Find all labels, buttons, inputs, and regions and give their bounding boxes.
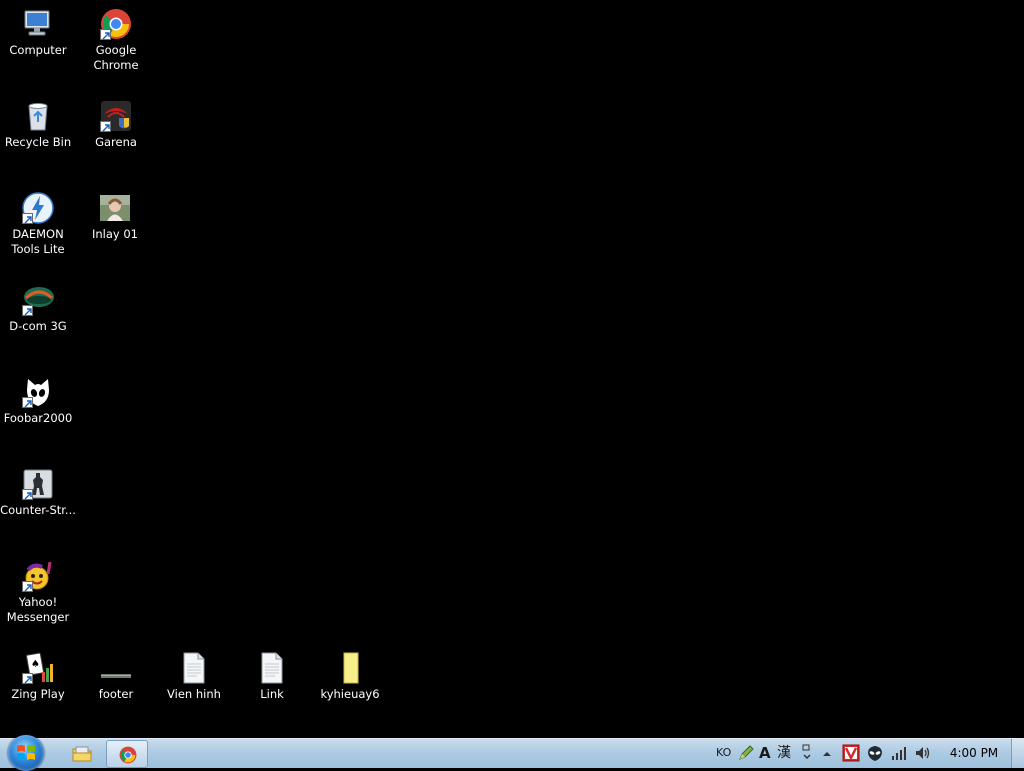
counter-strike-icon — [22, 468, 54, 500]
desktop-icon-label: Counter-Str... — [0, 503, 76, 517]
show-hidden-icons-chevron-icon[interactable] — [822, 744, 832, 762]
taskbar-windows-explorer[interactable] — [60, 740, 102, 768]
foobar2000-icon — [22, 376, 54, 408]
network-icon[interactable] — [890, 744, 908, 762]
shortcut-arrow-icon — [22, 397, 33, 408]
document-icon — [178, 652, 210, 684]
desktop-icon-label: Vien hinh — [167, 687, 221, 701]
desktop-icon-inlay-01[interactable]: Inlay 01 — [77, 184, 153, 242]
shortcut-arrow-icon — [100, 121, 111, 132]
shortcut-arrow-icon — [22, 673, 33, 684]
desktop-icon-computer[interactable]: Computer — [0, 0, 76, 58]
shortcut-arrow-icon — [22, 581, 33, 592]
desktop-icon-label: Garena — [95, 135, 137, 149]
yahoo-messenger-icon — [22, 560, 54, 592]
daemon-tools-icon — [22, 192, 54, 224]
computer-icon — [22, 8, 54, 40]
ime-mode-indicator[interactable]: A — [759, 744, 771, 762]
ime-pen-icon[interactable] — [737, 744, 755, 762]
shortcut-arrow-icon — [22, 489, 33, 500]
language-indicator[interactable]: KO — [716, 744, 731, 762]
desktop-icon-label: D-com 3G — [9, 319, 67, 333]
desktop-icon-google-chrome[interactable]: Google Chrome — [78, 0, 154, 73]
garena-icon — [100, 100, 132, 132]
desktop-icon-label: Computer — [9, 43, 67, 57]
desktop-icon-label: Inlay 01 — [91, 227, 139, 241]
desktop-icon-label: Foobar2000 — [3, 411, 73, 425]
recycle-bin-icon — [22, 100, 54, 132]
document-icon — [256, 652, 288, 684]
image-file-icon — [100, 652, 132, 684]
d-com-3g-icon — [22, 284, 54, 316]
antivirus-v-icon[interactable] — [842, 744, 860, 762]
desktop-icon-kyhieuay6[interactable]: kyhieuay6 — [312, 644, 388, 702]
desktop-icon-zing-play[interactable]: ♠ Zing Play — [0, 644, 76, 702]
desktop-icon-label: Google Chrome — [93, 43, 139, 72]
desktop-icon-footer[interactable]: footer — [78, 644, 154, 702]
taskbar-google-chrome[interactable] — [106, 740, 148, 768]
show-desktop-button[interactable] — [1011, 739, 1024, 768]
desktop-icon-label: Recycle Bin — [4, 135, 72, 149]
desktop-icon-label: kyhieuay6 — [320, 687, 380, 701]
desktop-icon-label: Yahoo! Messenger — [6, 595, 70, 624]
volume-icon[interactable] — [914, 744, 932, 762]
desktop-icon-foobar2000[interactable]: Foobar2000 — [0, 368, 76, 426]
taskbar-clock[interactable]: 4:00 PM — [946, 746, 1002, 760]
desktop-icon-recycle-bin[interactable]: Recycle Bin — [0, 92, 76, 150]
shortcut-arrow-icon — [100, 29, 111, 40]
ime-options-icon[interactable] — [801, 744, 813, 762]
start-button[interactable] — [8, 735, 44, 771]
chrome-icon — [119, 746, 137, 768]
desktop-icon-label: footer — [98, 687, 134, 701]
folder-icon — [72, 745, 92, 767]
desktop-icon-vien-hinh[interactable]: Vien hinh — [156, 644, 232, 702]
desktop-icon-daemon-tools[interactable]: DAEMON Tools Lite — [0, 184, 76, 257]
chrome-icon — [100, 8, 132, 40]
shortcut-arrow-icon — [22, 213, 33, 224]
shortcut-arrow-icon — [22, 305, 33, 316]
desktop-icon-counter-strike[interactable]: Counter-Str... — [0, 460, 76, 518]
ime-hanja-indicator[interactable]: 漢 — [777, 744, 791, 762]
desktop-icon-d-com-3g[interactable]: D-com 3G — [0, 276, 76, 334]
desktop: Computer Recycle Bin DAEMON Tools Lite D… — [0, 0, 1024, 738]
image-file-icon — [334, 652, 366, 684]
desktop-icon-label: Zing Play — [11, 687, 65, 701]
desktop-icon-yahoo-messenger[interactable]: Yahoo! Messenger — [0, 552, 76, 625]
desktop-icon-link[interactable]: Link — [234, 644, 310, 702]
desktop-icon-garena[interactable]: Garena — [78, 92, 154, 150]
alien-icon[interactable] — [866, 744, 884, 762]
svg-text:♠: ♠ — [31, 659, 40, 670]
desktop-icon-label: DAEMON Tools Lite — [11, 227, 65, 256]
image-thumbnail-icon — [99, 192, 131, 224]
zing-play-icon: ♠ — [22, 652, 54, 684]
desktop-icon-label: Link — [260, 687, 284, 701]
windows-logo-icon — [17, 745, 35, 760]
